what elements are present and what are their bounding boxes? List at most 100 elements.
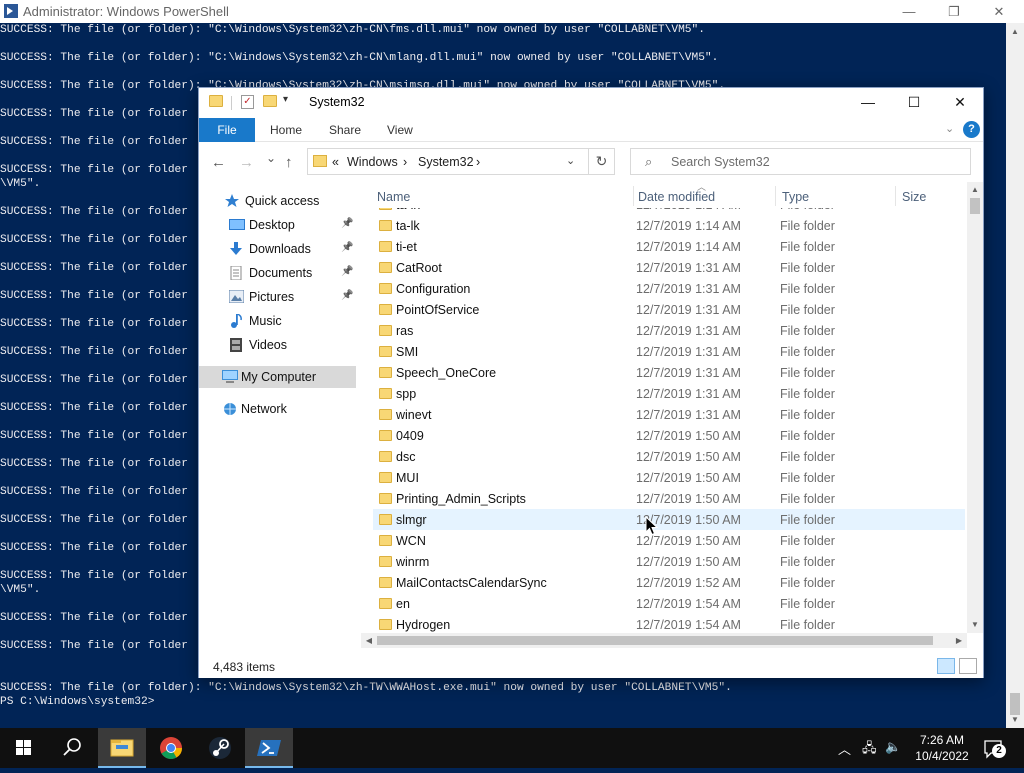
sidebar-item-downloads[interactable]: Downloads 📌 [199,238,359,260]
close-button[interactable]: ✕ [937,88,983,117]
back-arrow-icon[interactable]: ← [211,154,226,171]
sidebar-item-desktop[interactable]: Desktop 📌 [199,214,359,236]
powershell-titlebar[interactable]: Administrator: Windows PowerShell — ❐ ✕ [0,0,1024,23]
file-explorer-app[interactable] [98,728,146,768]
sidebar-item-pictures[interactable]: Pictures 📌 [199,286,359,308]
search-button[interactable] [48,728,96,768]
scroll-up-arrow-icon[interactable]: ▲ [967,182,983,198]
minimize-button[interactable]: — [845,88,891,117]
file-row[interactable]: ta-lk 12/7/2019 1:14 AM File folder [373,215,965,236]
up-arrow-icon[interactable]: ↑ [285,154,293,171]
powershell-maximize-button[interactable]: ❐ [931,0,977,23]
column-size[interactable]: Size [902,190,926,204]
pin-icon[interactable]: 📌 [341,266,353,277]
properties-check-icon[interactable]: ✓ [241,95,254,109]
breadcrumb-overflow[interactable]: « [332,155,339,169]
new-folder-icon[interactable] [263,95,277,107]
sidebar-item-videos[interactable]: Videos [199,334,359,356]
maximize-button[interactable]: ☐ [891,88,937,117]
column-type[interactable]: Type [782,190,809,204]
file-row[interactable]: dsc 12/7/2019 1:50 AM File folder [373,446,965,467]
search-input[interactable]: ⌕ Search System32 [630,148,971,175]
pin-icon[interactable]: 📌 [341,290,353,301]
quick-access-toolbar-dropdown-icon[interactable]: ▾ [283,94,288,105]
pin-icon[interactable]: 📌 [341,242,353,253]
file-row[interactable]: CatRoot 12/7/2019 1:31 AM File folder [373,257,965,278]
scroll-up-arrow-icon[interactable]: ▲ [1006,23,1024,40]
show-hidden-icons-chevron-icon[interactable]: ︿ [838,739,851,758]
action-center-button[interactable]: 2 [982,738,1006,760]
horizontal-scrollbar[interactable]: ◀ ▶ [361,633,967,648]
column-divider[interactable] [895,186,896,206]
help-icon[interactable]: ? [963,121,980,138]
column-divider[interactable] [775,186,776,206]
search-icon [63,738,81,756]
expand-ribbon-chevron-icon[interactable]: ⌄ [945,122,954,135]
scroll-right-arrow-icon[interactable]: ▶ [951,633,967,648]
file-row[interactable]: MailContactsCalendarSync 12/7/2019 1:52 A… [373,572,965,593]
file-row[interactable]: winevt 12/7/2019 1:31 AM File folder [373,404,965,425]
file-row[interactable]: ras 12/7/2019 1:31 AM File folder [373,320,965,341]
tab-file[interactable]: File [199,118,255,142]
vertical-scrollbar[interactable]: ▲ ▼ [967,182,983,633]
scroll-down-arrow-icon[interactable]: ▼ [1006,711,1024,728]
chrome-app[interactable] [147,728,195,768]
column-date-modified[interactable]: Date modified [638,190,715,204]
tab-home[interactable]: Home [270,118,302,142]
breadcrumb-system32[interactable]: System32 [418,155,474,169]
file-row[interactable]: ti-et 12/7/2019 1:14 AM File folder [373,236,965,257]
file-date-modified: 12/7/2019 1:52 AM [636,576,741,590]
volume-icon[interactable]: 🔈 [885,739,901,755]
explorer-titlebar[interactable]: ✓ ▾ System32 — ☐ ✕ [199,88,983,118]
breadcrumb-windows[interactable]: Windows [347,155,398,169]
file-row[interactable]: slmgr 12/7/2019 1:50 AM File folder [373,509,965,530]
file-row[interactable]: spp 12/7/2019 1:31 AM File folder [373,383,965,404]
file-row[interactable]: en 12/7/2019 1:54 AM File folder [373,593,965,614]
file-explorer-window[interactable]: ✓ ▾ System32 — ☐ ✕ File Home Share View … [198,87,984,678]
sidebar-item-my-computer[interactable]: My Computer [199,366,356,388]
column-name[interactable]: Name [377,190,410,204]
column-divider[interactable] [633,186,634,206]
network-icon[interactable]: 🖧 [862,739,877,761]
sidebar-item-label: Documents [249,266,313,280]
file-row[interactable]: Configuration 12/7/2019 1:31 AM File folde… [373,278,965,299]
file-row[interactable]: Printing_Admin_Scripts 12/7/2019 1:50 AM F… [373,488,965,509]
sidebar-item-network[interactable]: Network [199,398,359,420]
file-row[interactable]: ta-in 12/7/2019 1:14 AM File folder [373,208,965,215]
details-view-icon[interactable] [937,658,955,674]
refresh-icon[interactable]: ↻ [589,148,615,175]
file-date-modified: 12/7/2019 1:31 AM [636,282,741,296]
horizontal-scroll-thumb[interactable] [377,636,933,645]
powershell-minimize-button[interactable]: — [886,0,932,23]
powershell-scrollbar[interactable]: ▲ ▼ [1006,23,1024,728]
scroll-left-arrow-icon[interactable]: ◀ [361,633,377,648]
tab-view[interactable]: View [387,118,413,142]
scroll-down-arrow-icon[interactable]: ▼ [967,617,983,633]
recent-locations-chevron-icon[interactable]: ⌄ [266,151,276,165]
steam-app[interactable] [196,728,244,768]
file-row[interactable]: WCN 12/7/2019 1:50 AM File folder [373,530,965,551]
clock[interactable]: 7:26 AM 10/4/2022 [902,732,982,764]
tab-share[interactable]: Share [329,118,361,142]
large-icons-view-icon[interactable] [959,658,977,674]
breadcrumb-separator[interactable]: › [476,155,480,169]
powershell-close-button[interactable]: ✕ [976,0,1022,23]
powershell-app[interactable] [245,728,293,768]
breadcrumb-separator[interactable]: › [403,155,407,169]
sidebar-item-music[interactable]: Music [199,310,359,332]
address-dropdown-icon[interactable]: ⌄ [566,154,575,167]
file-row[interactable]: winrm 12/7/2019 1:50 AM File folder [373,551,965,572]
file-row[interactable]: SMI 12/7/2019 1:31 AM File folder [373,341,965,362]
file-row[interactable]: Speech_OneCore 12/7/2019 1:31 AM File fold… [373,362,965,383]
sidebar-item-documents[interactable]: Documents 📌 [199,262,359,284]
address-bar[interactable]: « Windows › System32 › ⌄ [307,148,589,175]
pin-icon[interactable]: 📌 [341,218,353,229]
start-button[interactable] [0,728,48,768]
file-row[interactable]: PointOfService 12/7/2019 1:31 AM File fold… [373,299,965,320]
vertical-scroll-thumb[interactable] [970,198,980,214]
file-row[interactable]: MUI 12/7/2019 1:50 AM File folder [373,467,965,488]
file-row[interactable]: 0409 12/7/2019 1:50 AM File folder [373,425,965,446]
forward-arrow-icon[interactable]: → [239,154,254,171]
sidebar-item-quick-access[interactable]: Quick access [199,190,359,212]
file-row[interactable]: Hydrogen 12/7/2019 1:54 AM File folder [373,614,965,633]
